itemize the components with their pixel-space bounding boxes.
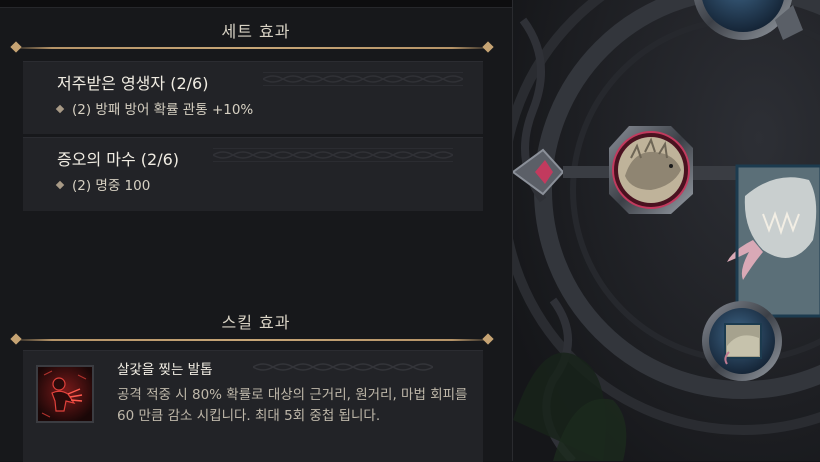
set-bonus-text: (2) 방패 방어 확률 관통 +10%	[72, 102, 254, 118]
ornament-pattern	[263, 72, 463, 86]
collection-board	[512, 0, 820, 461]
set-effects-divider	[10, 41, 494, 53]
skill-description: 공격 적중 시 80% 확률로 대상의 근거리, 원거리, 마법 회피를 60 …	[117, 387, 468, 424]
stone-relief-background	[513, 0, 820, 461]
ornament-pattern	[253, 363, 433, 371]
diamond-bullet-icon	[55, 180, 65, 190]
set-bonus-line: (2) 명중 100	[55, 174, 151, 194]
skill-effect-card[interactable]: 살갗을 찢는 발톱 공격 적중 시 80% 확률로 대상의 근거리, 원거리, …	[23, 350, 483, 462]
set-effects-title: 세트 효과	[221, 22, 291, 41]
collection-details-panel: 세트 효과 저주받은 영생자 (2/6) (2) 방패 방어 확률 관통 +10…	[0, 0, 512, 462]
bottom-orb-slot	[702, 301, 782, 381]
skill-effects-divider	[10, 333, 494, 345]
lizard-beast-icon	[609, 126, 693, 214]
set-bonus-line: (2) 방패 방어 확률 관통 +10%	[55, 98, 254, 118]
set-effect-card[interactable]: 증오의 마수 (2/6) (2) 명중 100	[23, 137, 483, 211]
creature-artwork	[727, 164, 820, 318]
set-effect-card[interactable]: 저주받은 영생자 (2/6) (2) 방패 방어 확률 관통 +10%	[23, 61, 483, 134]
skill-effects-title: 스킬 효과	[221, 313, 291, 332]
top-edge	[0, 0, 512, 8]
set-bonus-text: (2) 명중 100	[72, 178, 151, 194]
ornament-pattern	[213, 148, 453, 162]
diamond-bullet-icon	[55, 104, 65, 114]
set-name: 증오의 마수 (2/6)	[57, 150, 180, 169]
clawing-creature-icon	[36, 365, 94, 423]
set-name: 저주받은 영생자 (2/6)	[57, 74, 209, 93]
skill-name: 살갗을 찢는 발톱	[117, 362, 213, 378]
